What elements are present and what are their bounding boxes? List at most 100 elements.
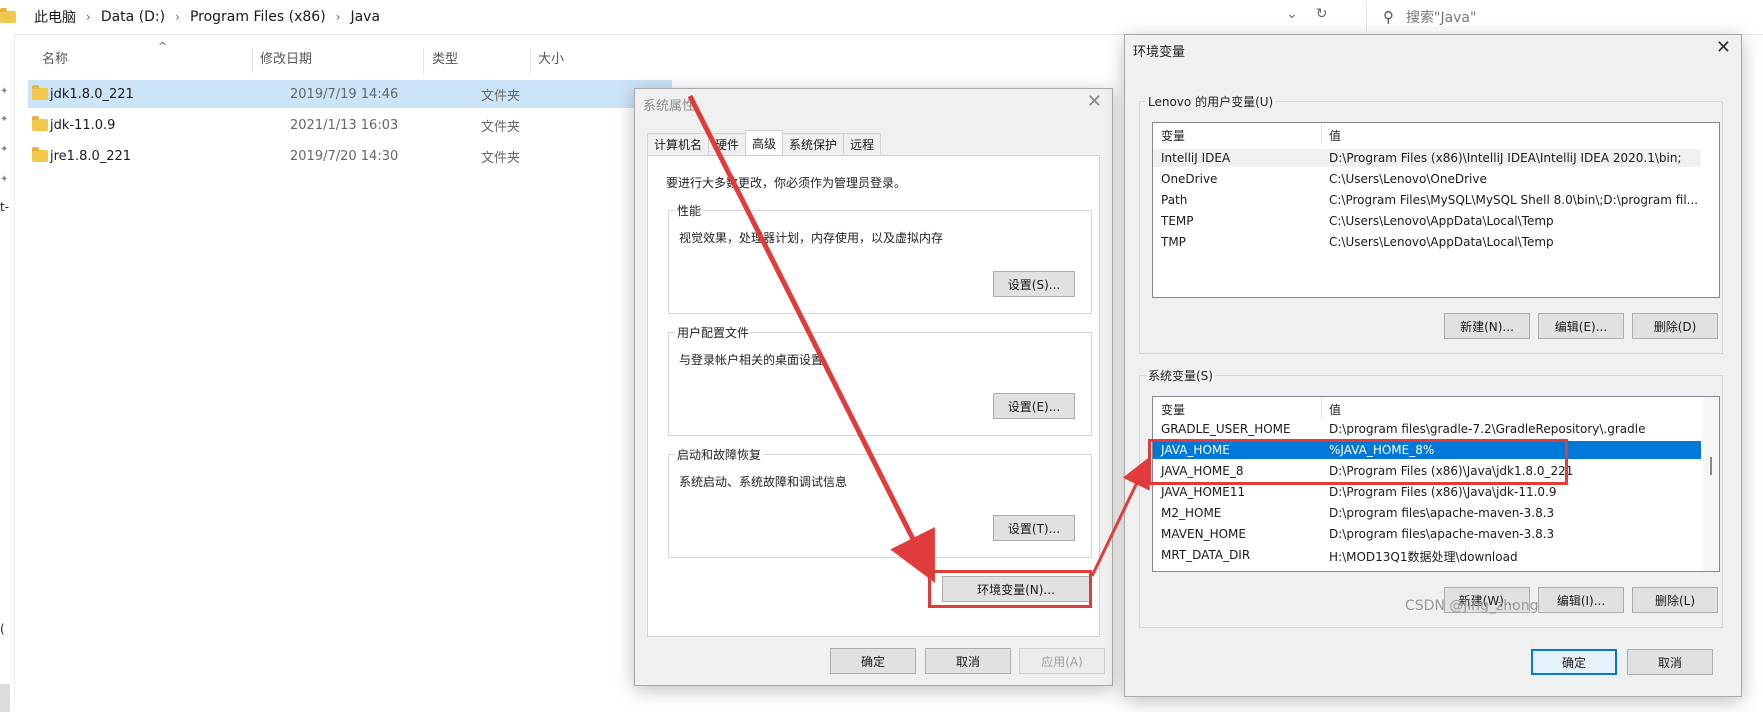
column-name[interactable]: 名称 (42, 48, 68, 67)
variable-value: C:\Users\Lenovo\AppData\Local\Temp (1329, 235, 1554, 249)
breadcrumb-program-files[interactable]: Program Files (x86) (190, 9, 326, 25)
variable-value: D:\Program Files (x86)\Java\jdk-11.0.9 (1329, 485, 1557, 499)
column-type[interactable]: 类型 (432, 48, 458, 67)
list-item[interactable]: TEMP C:\Users\Lenovo\AppData\Local\Temp (1153, 212, 1640, 230)
close-icon[interactable]: ✕ (1087, 91, 1102, 112)
column-value[interactable]: 值 (1329, 127, 1341, 144)
breadcrumb-this-pc[interactable]: 此电脑 (34, 7, 76, 27)
list-header: 变量 值 (1153, 123, 1719, 145)
variable-value: D:\Program Files (x86)\IntelliJ IDEA\Int… (1329, 151, 1682, 165)
list-item[interactable]: OneDrive C:\Users\Lenovo\OneDrive (1153, 170, 1640, 188)
file-row[interactable]: jdk-11.0.9 2021/1/13 16:03 文件夹 (28, 111, 672, 139)
list-item[interactable]: JAVA_HOME11 D:\Program Files (x86)\Java\… (1153, 483, 1701, 501)
list-item[interactable]: Path C:\Program Files\MySQL\MySQL Shell … (1153, 191, 1698, 209)
user-delete-button[interactable]: 删除(D) (1632, 313, 1718, 339)
variable-name: MRT_DATA_DIR (1161, 548, 1251, 562)
search-placeholder: 搜索"Java" (1406, 10, 1477, 26)
address-tools: ⌄ ↻ (1286, 6, 1327, 22)
admin-note: 要进行大多数更改，你必须作为管理员登录。 (666, 176, 907, 190)
user-profiles-settings-button[interactable]: 设置(E)... (993, 393, 1075, 419)
startup-settings-button[interactable]: 设置(T)... (993, 515, 1075, 541)
performance-group: 性能 视觉效果，处理器计划，内存使用，以及虚拟内存 设置(S)... (668, 202, 1092, 314)
tab-remote[interactable]: 远程 (843, 133, 882, 155)
variable-value: C:\Users\Lenovo\AppData\Local\Temp (1329, 214, 1554, 228)
file-date: 2019/7/19 14:46 (290, 86, 399, 102)
list-item[interactable]: IntelliJ IDEA D:\Program Files (x86)\Int… (1153, 149, 1701, 167)
system-edit-button[interactable]: 编辑(I)... (1538, 587, 1624, 613)
group-title: 系统变量(S) (1146, 367, 1215, 384)
search-icon: ⚲ (1383, 8, 1394, 26)
variable-name: TMP (1161, 235, 1186, 249)
address-bar: 此电脑 › Data (D:) › Program Files (x86) › … (0, 0, 1763, 35)
variable-value: D:\program files\gradle-7.2\GradleReposi… (1329, 422, 1646, 436)
tab-hardware[interactable]: 硬件 (708, 133, 747, 155)
refresh-icon[interactable]: ↻ (1316, 6, 1328, 22)
system-variables-group: 系统变量(S) 变量 值 GRADLE_USER_HOME D:\program… (1139, 367, 1723, 628)
performance-settings-button[interactable]: 设置(S)... (993, 271, 1075, 297)
close-icon[interactable]: ✕ (1716, 37, 1731, 58)
file-type: 文件夹 (481, 88, 521, 104)
variable-name: IntelliJ IDEA (1161, 151, 1231, 165)
startup-recovery-group: 启动和故障恢复 系统启动、系统故障和调试信息 设置(T)... (668, 446, 1092, 558)
ok-button[interactable]: 确定 (1531, 649, 1617, 675)
breadcrumb-data-drive[interactable]: Data (D:) (101, 9, 165, 25)
file-row[interactable]: jdk1.8.0_221 2019/7/19 14:46 文件夹 (28, 80, 672, 108)
tab-system-protection[interactable]: 系统保护 (782, 133, 845, 155)
navigation-pane: ✦ ✦ ✦ ✦ t- ( (0, 34, 15, 712)
nav-scrollbar[interactable] (0, 684, 10, 712)
user-variables-list[interactable]: 变量 值 IntelliJ IDEA D:\Program Files (x86… (1152, 122, 1720, 298)
highlight-box (928, 570, 1092, 608)
list-item[interactable]: TMP C:\Users\Lenovo\AppData\Local\Temp (1153, 233, 1640, 251)
pin-icon: ✦ (0, 114, 9, 125)
chevron-right-icon: › (335, 10, 341, 24)
cancel-button[interactable]: 取消 (925, 648, 1011, 674)
column-divider (530, 48, 531, 74)
ok-button[interactable]: 确定 (830, 648, 916, 674)
tab-advanced[interactable]: 高级 (745, 130, 784, 155)
variable-value: D:\program files\apache-maven-3.8.3 (1329, 527, 1555, 541)
watermark: CSDN @jing_zhong (1405, 598, 1539, 614)
column-date[interactable]: 修改日期 (260, 48, 312, 67)
chevron-down-icon[interactable]: ⌄ (1286, 6, 1298, 22)
column-value[interactable]: 值 (1329, 401, 1341, 418)
nav-item-fragment[interactable]: t- (0, 200, 9, 214)
cancel-button[interactable]: 取消 (1627, 649, 1713, 675)
list-scrollbar[interactable] (1703, 397, 1719, 571)
variable-value: H:\MOD13Q1数据处理\download (1329, 550, 1518, 564)
list-item[interactable]: M2_HOME D:\program files\apache-maven-3.… (1153, 504, 1701, 522)
scrollbar-thumb[interactable] (1710, 457, 1712, 475)
user-new-button[interactable]: 新建(N)... (1444, 313, 1530, 339)
tab-computer-name[interactable]: 计算机名 (647, 133, 710, 155)
group-description: 视觉效果，处理器计划，内存使用，以及虚拟内存 (679, 231, 944, 245)
user-profiles-group: 用户配置文件 与登录帐户相关的桌面设置 设置(E)... (668, 324, 1092, 436)
column-variable[interactable]: 变量 (1161, 127, 1185, 144)
list-item[interactable]: MAVEN_HOME D:\program files\apache-maven… (1153, 525, 1701, 543)
chevron-right-icon: › (86, 10, 91, 24)
file-name: jre1.8.0_221 (50, 148, 132, 164)
breadcrumb-java[interactable]: Java (350, 9, 380, 25)
variable-value: C:\Program Files\MySQL\MySQL Shell 8.0\b… (1329, 193, 1699, 207)
apply-button[interactable]: 应用(A) (1019, 648, 1105, 674)
nav-item-fragment[interactable]: ( (0, 622, 5, 636)
dialog-title: 系统属性 (643, 99, 696, 114)
group-title: Lenovo 的用户变量(U) (1146, 93, 1276, 110)
variable-name: OneDrive (1161, 172, 1218, 186)
list-item[interactable]: MRT_DATA_DIR H:\MOD13Q1数据处理\download (1153, 546, 1701, 564)
group-description: 与登录帐户相关的桌面设置 (679, 353, 824, 367)
list-header: 变量 值 (1153, 397, 1719, 419)
variable-value: D:\program files\apache-maven-3.8.3 (1329, 506, 1555, 520)
system-delete-button[interactable]: 删除(L) (1632, 587, 1718, 613)
pin-icon: ✦ (0, 174, 9, 185)
file-row[interactable]: jre1.8.0_221 2019/7/20 14:30 文件夹 (28, 142, 672, 170)
user-edit-button[interactable]: 编辑(E)... (1538, 313, 1624, 339)
group-description: 系统启动、系统故障和调试信息 (679, 475, 848, 489)
column-divider (1321, 397, 1322, 419)
advanced-tab-pane: 要进行大多数更改，你必须作为管理员登录。 性能 视觉效果，处理器计划，内存使用，… (647, 155, 1100, 637)
variable-name: M2_HOME (1161, 506, 1222, 520)
column-variable[interactable]: 变量 (1161, 401, 1185, 418)
file-name: jdk-11.0.9 (50, 117, 116, 133)
search-input[interactable]: ⚲ 搜索"Java" (1366, 2, 1763, 32)
list-item[interactable]: GRADLE_USER_HOME D:\program files\gradle… (1153, 420, 1701, 438)
column-size[interactable]: 大小 (538, 48, 564, 67)
column-divider (252, 48, 253, 74)
